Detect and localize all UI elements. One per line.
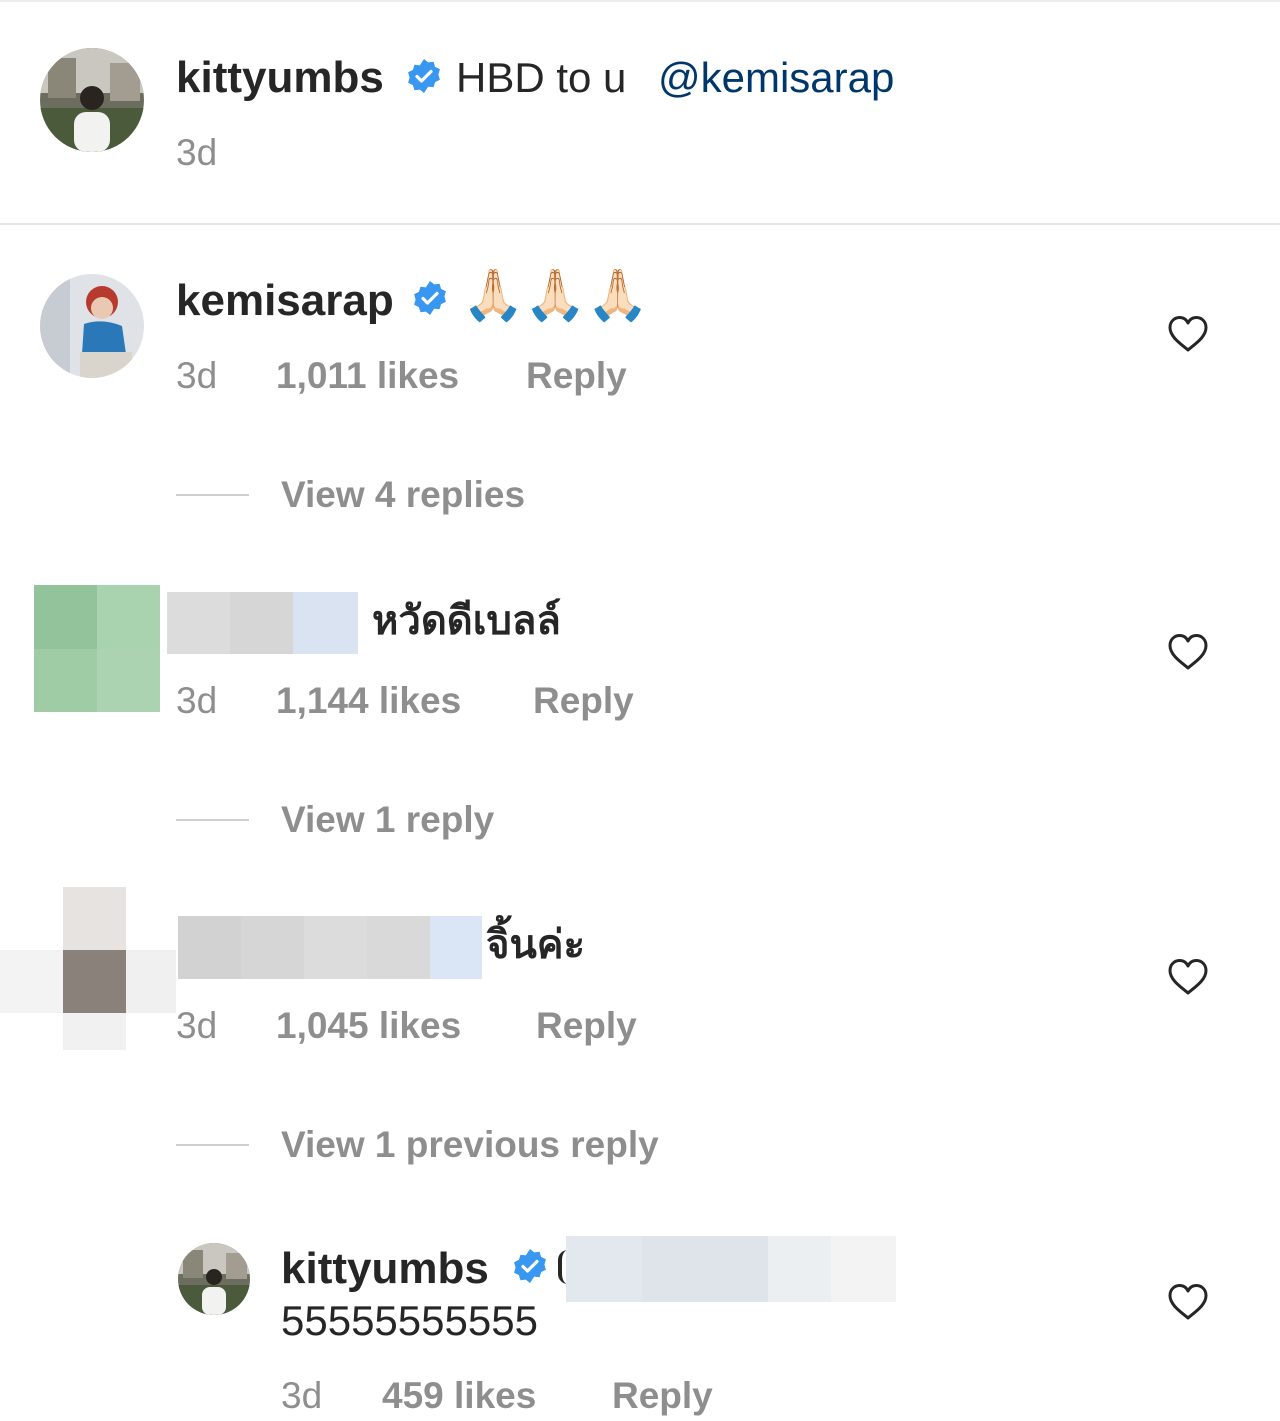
- view-replies-button[interactable]: View 4 replies: [281, 476, 525, 513]
- post-author-username[interactable]: kittyumbs: [176, 56, 384, 100]
- view-replies-button[interactable]: View 1 reply: [281, 801, 494, 838]
- reply-button[interactable]: Reply: [536, 1007, 637, 1044]
- comment-likes[interactable]: 1,144 likes: [276, 682, 461, 719]
- comment-likes[interactable]: 1,045 likes: [276, 1007, 461, 1044]
- post-caption: HBD to u: [456, 54, 627, 101]
- post-author-avatar[interactable]: [40, 48, 144, 152]
- comment-likes[interactable]: 1,011 likes: [276, 357, 459, 394]
- heart-icon[interactable]: [1167, 315, 1209, 353]
- verified-badge-icon: [406, 58, 442, 94]
- replies-line: [176, 1144, 249, 1146]
- heart-icon[interactable]: [1167, 1283, 1209, 1321]
- heart-icon[interactable]: [1167, 958, 1209, 996]
- replies-line: [176, 494, 249, 496]
- comment-text: 🙏🏻🙏🏻🙏🏻: [462, 267, 649, 323]
- reply-button[interactable]: Reply: [612, 1377, 713, 1414]
- comment-timestamp: 3d: [176, 680, 218, 721]
- redacted-username: [178, 916, 482, 979]
- post-mention-link[interactable]: @kemisarap: [658, 57, 894, 99]
- replies-line: [176, 819, 249, 821]
- comment-timestamp: 3d: [176, 355, 218, 396]
- post-timestamp: 3d: [176, 132, 218, 173]
- reply-text: 55555555555: [281, 1297, 538, 1344]
- comment-avatar[interactable]: [40, 274, 144, 378]
- comment-text: จิ้นค่ะ: [486, 922, 586, 968]
- verified-badge-icon: [412, 280, 448, 316]
- verified-badge-icon: [512, 1248, 548, 1284]
- redacted-mention: [566, 1236, 896, 1302]
- reply-button[interactable]: Reply: [526, 357, 627, 394]
- top-border: [0, 0, 1280, 2]
- redacted-username: [167, 592, 358, 654]
- reply-timestamp: 3d: [281, 1375, 323, 1416]
- comment-text: หวัดดีเบลล์: [372, 598, 561, 644]
- reply-likes[interactable]: 459 likes: [382, 1377, 536, 1414]
- comment-avatar[interactable]: [34, 585, 160, 712]
- comment-avatar[interactable]: [0, 887, 190, 1050]
- comment-username[interactable]: kemisarap: [176, 279, 394, 323]
- view-previous-replies-button[interactable]: View 1 previous reply: [281, 1126, 659, 1163]
- heart-icon[interactable]: [1167, 633, 1209, 671]
- reply-avatar[interactable]: [178, 1243, 250, 1315]
- comment-timestamp: 3d: [176, 1005, 218, 1046]
- reply-username[interactable]: kittyumbs: [281, 1247, 489, 1291]
- caption-divider: [0, 223, 1280, 225]
- reply-button[interactable]: Reply: [533, 682, 634, 719]
